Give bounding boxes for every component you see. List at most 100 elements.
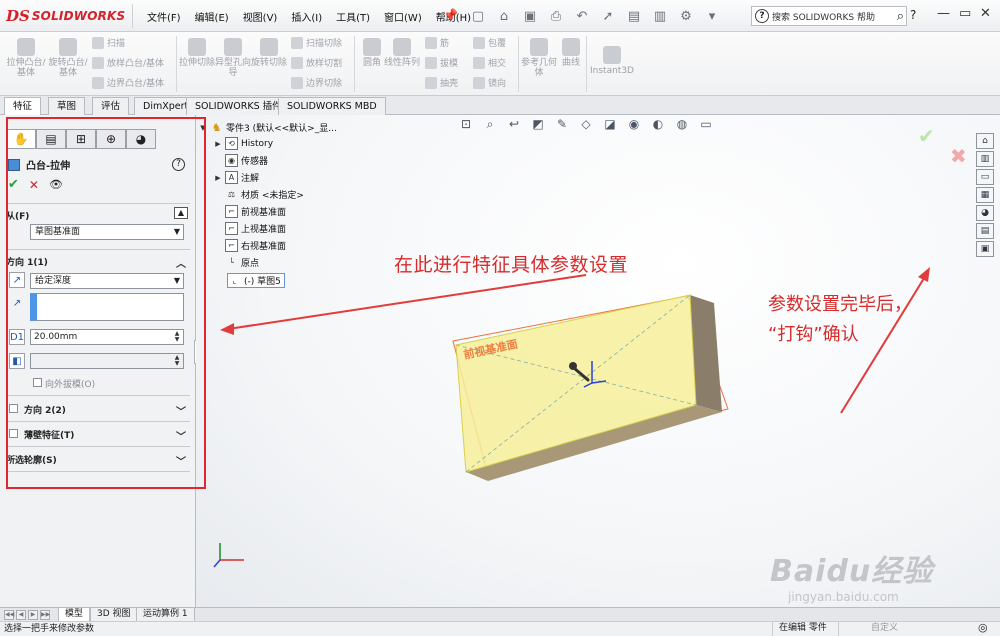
chevron-down-icon[interactable]: ﹀ (176, 453, 186, 468)
help-search-box[interactable]: ? 搜索 SOLIDWORKS 帮助 ⌕ (751, 6, 907, 26)
draft-button[interactable]: 拔模 (425, 56, 458, 69)
thin-feature-section-header[interactable]: 薄壁特征(T) ﹀ (24, 428, 190, 443)
display-manager-tab-icon[interactable]: ◕ (126, 129, 156, 149)
instant3d-button[interactable]: Instant3D (588, 44, 636, 76)
rebuild-icon[interactable]: ▤ (624, 6, 644, 26)
extrude-cut-button[interactable]: 拉伸切除 (177, 36, 217, 68)
shell-button[interactable]: 抽壳 (425, 76, 458, 89)
menu-window[interactable]: 窗口(W) (377, 9, 429, 24)
pin-icon[interactable]: 📌 (443, 8, 458, 22)
next-tab-icon[interactable]: ▶ (28, 610, 38, 620)
pm-ok-check-icon[interactable]: ✔ (8, 177, 19, 192)
selected-contours-section-header[interactable]: 所选轮廓(S) ﹀ (6, 453, 190, 468)
menu-edit[interactable]: 编辑(E) (188, 9, 236, 24)
first-tab-icon[interactable]: ◀◀ (4, 610, 14, 620)
handle-knob[interactable] (569, 362, 577, 370)
save-icon[interactable]: ▣ (520, 6, 540, 26)
from-section-header[interactable]: 从(F) ▲ (6, 207, 190, 222)
depth-field[interactable]: 20.00mm ▲ ▼ (30, 329, 184, 345)
pm-cancel-icon[interactable]: ✕ (29, 178, 39, 192)
rebuild-status-icon[interactable]: ◎ (978, 621, 988, 635)
tab-sketch[interactable]: 草图 (48, 97, 86, 115)
intersect-button[interactable]: 相交 (473, 56, 506, 69)
thin-feature-checkbox[interactable] (9, 429, 18, 438)
menu-tools[interactable]: 工具(T) (329, 9, 377, 24)
end-condition-select[interactable]: 给定深度 ▼ (30, 273, 184, 289)
tab-model[interactable]: 模型 (58, 608, 91, 622)
reverse-direction-icon[interactable]: ↗ (9, 272, 25, 288)
view-palette-icon[interactable]: ▦ (976, 187, 994, 203)
options-gear-icon[interactable]: ⚙ (676, 6, 696, 26)
chevron-down-icon[interactable]: ﹀ (176, 428, 186, 443)
undo-icon[interactable]: ↶ (572, 6, 592, 26)
model-preview[interactable] (196, 115, 1000, 607)
print-icon[interactable]: ⎙ (546, 6, 566, 26)
confirm-cancel-icon[interactable]: ✖ (950, 144, 967, 168)
direction1-section-header[interactable]: 方向 1(1) ︿ (6, 255, 190, 270)
menu-view[interactable]: 视图(V) (236, 9, 285, 24)
revolve-boss-button[interactable]: 旋转凸台/基体 (48, 36, 88, 78)
curves-button[interactable]: 曲线 (551, 36, 591, 68)
more-icon[interactable]: ▾ (702, 6, 722, 26)
search-icon[interactable]: ⌕ (897, 9, 906, 24)
direction2-checkbox[interactable] (9, 404, 18, 413)
maximize-icon[interactable]: ▭ (959, 6, 971, 21)
forum-icon[interactable]: ▣ (976, 241, 994, 257)
collapse-up-icon[interactable]: ▲ (174, 207, 188, 219)
lofted-boss-button[interactable]: 放样凸台/基体 (92, 56, 164, 69)
tab-features[interactable]: 特征 (4, 97, 42, 116)
tab-solidworks-mbd[interactable]: SOLIDWORKS MBD (278, 97, 386, 115)
wrap-button[interactable]: 包覆 (473, 36, 506, 49)
chevron-up-icon[interactable]: ︿ (176, 255, 186, 270)
boundary-cut-button[interactable]: 边界切除 (291, 76, 342, 89)
preview-eye-icon[interactable]: 👁 (49, 178, 63, 191)
tab-solidworks-addins[interactable]: SOLIDWORKS 插件 (186, 97, 291, 115)
tab-motion-study[interactable]: 运动算例 1 (136, 608, 195, 622)
from-select[interactable]: 草图基准面 ▼ (30, 224, 184, 240)
lofted-cut-button[interactable]: 放样切割 (291, 56, 342, 69)
menu-file[interactable]: 文件(F) (140, 9, 188, 24)
linear-pattern-button[interactable]: 线性阵列 (382, 36, 422, 68)
graphics-area[interactable]: ⊡ ⌕ ↩ ◩ ✎ ◇ ◪ ◉ ◐ ◍ ▭ ◫ ◨ _ ❐ ✕ ▼ ♞ 零件3 … (196, 115, 1000, 607)
boundary-boss-button[interactable]: 边界凸台/基体 (92, 76, 164, 89)
rib-button[interactable]: 筋 (425, 36, 449, 49)
pm-help-icon[interactable]: ? (172, 158, 185, 171)
minimize-icon[interactable]: — (937, 6, 950, 21)
swept-cut-button[interactable]: 扫描切除 (291, 36, 342, 49)
depth-spinner-icon[interactable]: ▲ ▼ (172, 331, 182, 343)
solidworks-logo[interactable]: DS SOLIDWORKS (6, 6, 125, 26)
menu-insert[interactable]: 插入(I) (284, 9, 329, 24)
tab-3d-view[interactable]: 3D 视图 (90, 608, 138, 622)
draft-angle-field[interactable]: ▲ ▼ (30, 353, 184, 369)
draft-spinner-icon[interactable]: ▲ ▼ (172, 355, 182, 367)
hole-wizard-button[interactable]: 异型孔向导 (213, 36, 253, 78)
open-icon[interactable]: ⌂ (494, 6, 514, 26)
revolve-cut-button[interactable]: 旋转切除 (249, 36, 289, 68)
tab-evaluate[interactable]: 评估 (92, 97, 130, 115)
direction2-section-header[interactable]: 方向 2(2) ﹀ (24, 403, 190, 418)
file-explorer-icon[interactable]: ▭ (976, 169, 994, 185)
mirror-button[interactable]: 镜向 (473, 76, 506, 89)
close-icon[interactable]: ✕ (980, 6, 991, 21)
chevron-down-icon[interactable]: ﹀ (176, 403, 186, 418)
dimxpert-manager-tab-icon[interactable]: ⊕ (96, 129, 126, 149)
select-icon[interactable]: ➚ (598, 6, 618, 26)
prev-tab-icon[interactable]: ◀ (16, 610, 26, 620)
new-document-icon[interactable]: ▢ (468, 6, 488, 26)
help-menu-icon[interactable]: ? (910, 8, 916, 22)
feature-manager-tab-icon[interactable]: ✋ (6, 129, 36, 149)
design-library-icon[interactable]: ▥ (976, 151, 994, 167)
file-properties-icon[interactable]: ▥ (650, 6, 670, 26)
swept-boss-button[interactable]: 扫描 (92, 36, 125, 49)
property-manager-tab-icon[interactable]: ▤ (36, 129, 66, 149)
direction-of-extrusion-field[interactable] (30, 293, 184, 321)
draft-outward-checkbox[interactable] (33, 378, 42, 387)
configuration-manager-tab-icon[interactable]: ⊞ (66, 129, 96, 149)
custom-properties-icon[interactable]: ▤ (976, 223, 994, 239)
last-tab-icon[interactable]: ▶▶ (40, 610, 50, 620)
status-units[interactable]: 自定义 (838, 621, 918, 636)
home-icon[interactable]: ⌂ (976, 133, 994, 149)
draft-on-off-icon[interactable]: ◧ (9, 353, 25, 369)
appearances-icon[interactable]: ◕ (976, 205, 994, 221)
extrude-boss-button[interactable]: 拉伸凸台/基体 (6, 36, 46, 78)
